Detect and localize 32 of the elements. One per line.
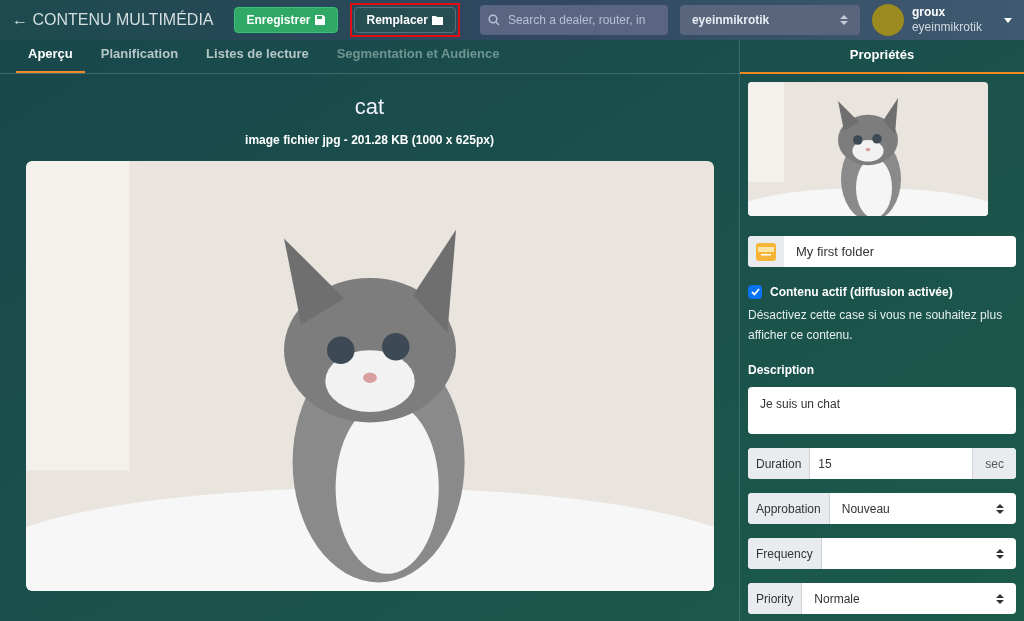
description-field[interactable]: Je suis un chat: [748, 387, 1016, 434]
select-field[interactable]: Approbation Nouveau: [748, 493, 1016, 524]
select-field[interactable]: Frequency: [748, 538, 1016, 569]
folder-icon: [431, 15, 443, 25]
replace-button[interactable]: Remplacer: [353, 7, 456, 33]
updown-icon: [839, 14, 848, 26]
folder-icon: [756, 242, 776, 261]
tab[interactable]: Planification: [88, 43, 191, 73]
user-organization: eyeinmikrotik: [911, 20, 982, 35]
check-icon: [750, 288, 760, 296]
tab[interactable]: Listes de lecture: [194, 43, 321, 73]
search-field[interactable]: Search a dealer, router, in: [479, 5, 668, 35]
properties-tab[interactable]: Propriétés: [849, 44, 915, 72]
input-field[interactable]: Duration 15 sec: [748, 448, 1016, 479]
media-title: cat: [354, 93, 385, 121]
select-field[interactable]: Priority Normale: [748, 583, 1016, 614]
active-checkbox[interactable]: [748, 285, 762, 299]
folder-field[interactable]: My first folder: [748, 236, 1016, 267]
checkbox-label: Contenu actif (diffusion activée): [770, 284, 953, 301]
search-icon: [487, 14, 500, 26]
organization-select[interactable]: eyeinmikrotik: [679, 5, 860, 35]
help-text: Désactivez cette case si vous ne souhaitez plus afficher ce contenu.: [748, 307, 1004, 344]
caret-icon[interactable]: [1004, 17, 1012, 23]
avatar: [871, 4, 904, 36]
updown-icon: [996, 547, 1004, 560]
description-label: Description: [748, 362, 815, 379]
updown-icon: [996, 592, 1004, 605]
tab[interactable]: Aperçu: [16, 43, 85, 73]
file-info: image fichier jpg - 201.28 KB (1000 x 625px): [245, 132, 494, 149]
page-title[interactable]: ← CONTENU MULTIMÉDIA: [12, 8, 214, 32]
updown-icon: [996, 502, 1004, 515]
user-name: groux: [911, 5, 947, 20]
